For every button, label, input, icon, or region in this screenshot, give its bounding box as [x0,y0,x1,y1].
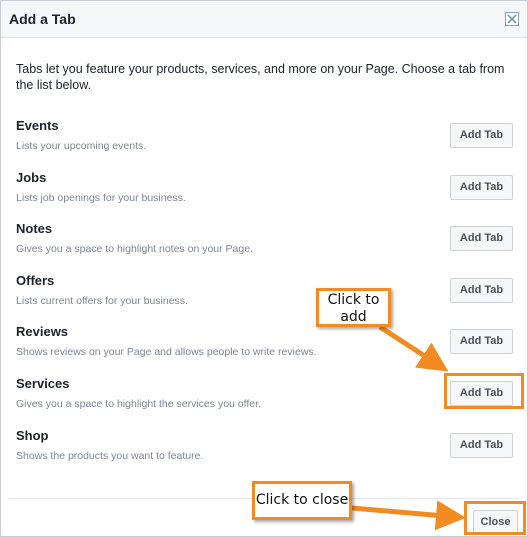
tab-row-notes: Notes Gives you a space to highlight not… [16,221,516,265]
tab-row-offers: Offers Lists current offers for your bus… [16,273,516,317]
tab-description: Lists your upcoming events. [16,140,147,152]
dialog-title: Add a Tab [9,11,76,27]
close-callout: Click to close [252,481,352,520]
add-tab-highlight [444,373,524,409]
add-tab-button-offers[interactable]: Add Tab [450,278,513,303]
add-tab-button-events[interactable]: Add Tab [450,123,513,148]
tab-row-reviews: Reviews Shows reviews on your Page and a… [16,324,516,368]
tab-name: Services [16,376,70,391]
close-button-highlight [464,501,526,535]
tab-description: Shows the products you want to feature. [16,450,204,462]
tab-description: Lists job openings for your business. [16,192,186,204]
add-tab-button-jobs[interactable]: Add Tab [450,175,513,200]
add-tab-button-reviews[interactable]: Add Tab [450,329,513,354]
tab-name: Events [16,118,59,133]
add-tab-button-notes[interactable]: Add Tab [450,226,513,251]
tab-name: Reviews [16,324,69,339]
dialog-intro: Tabs let you feature your products, serv… [16,62,505,92]
add-tab-button-shop[interactable]: Add Tab [450,433,513,458]
add-callout: Click to add [316,288,391,327]
tab-name: Offers [16,273,55,288]
dialog-header: Add a Tab [1,1,527,38]
add-tab-dialog: Add a Tab Tabs let you feature your prod… [0,0,528,537]
tab-name: Jobs [16,170,47,185]
close-icon[interactable] [505,12,519,26]
tab-description: Shows reviews on your Page and allows pe… [16,346,317,358]
tab-row-services: Services Gives you a space to highlight … [16,376,516,420]
close-callout-text: Click to close [255,492,349,508]
tab-row-events: Events Lists your upcoming events. Add T… [16,118,516,162]
tab-name: Notes [16,221,53,236]
tab-description: Lists current offers for your business. [16,295,188,307]
tab-name: Shop [16,428,49,443]
tab-row-shop: Shop Shows the products you want to feat… [16,428,516,472]
tab-description: Gives you a space to highlight notes on … [16,243,253,255]
add-callout-text: Click to add [327,292,380,325]
tab-row-jobs: Jobs Lists job openings for your busines… [16,170,516,214]
tab-description: Gives you a space to highlight the servi… [16,398,261,410]
